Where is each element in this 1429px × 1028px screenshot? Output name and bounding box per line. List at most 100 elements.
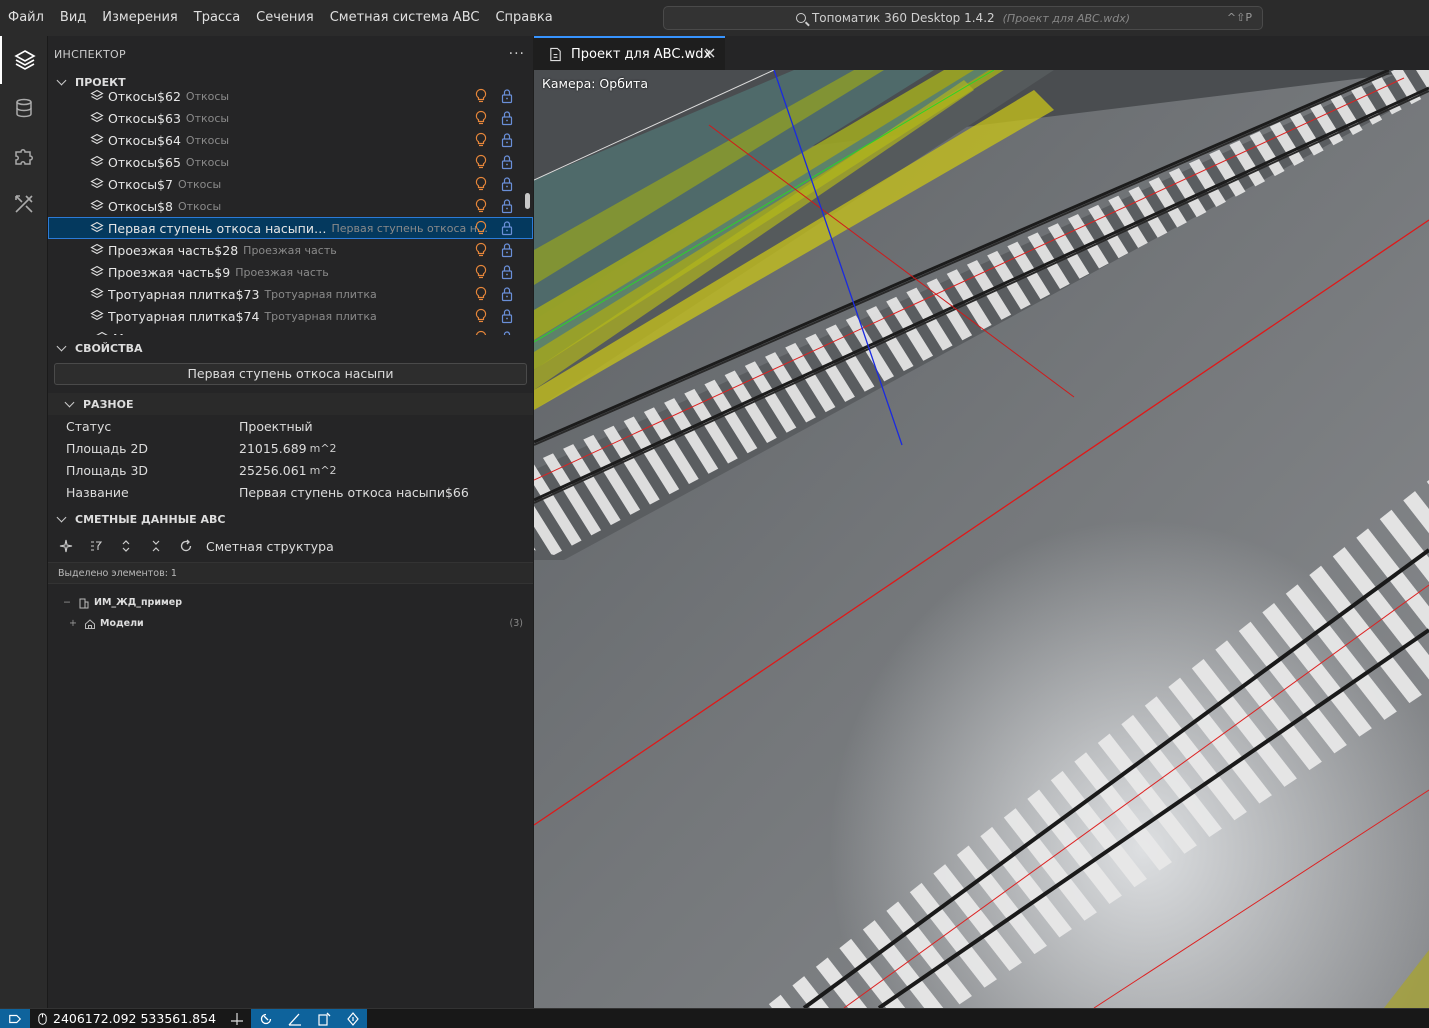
tree-item[interactable]: Тротуарная плитка$74 Тротуарная плитка xyxy=(48,305,533,327)
inspector-panel: ИНСПЕКТОР ··· ПРОЕКТ Откосы$62 Откосы Отко… xyxy=(48,36,533,1008)
filter-list-icon[interactable] xyxy=(88,538,104,554)
expand-toggle-icon[interactable]: + xyxy=(66,618,80,629)
tree-item[interactable]: Проезжая часть$9 Проезжая часть xyxy=(48,261,533,283)
snap-tool[interactable] xyxy=(309,1008,339,1028)
tab-project[interactable]: Проект для ABC.wdx xyxy=(534,36,725,70)
orbit-tool[interactable] xyxy=(251,1008,281,1028)
tree-item[interactable]: Откосы$7 Откосы xyxy=(48,173,533,195)
tree-item[interactable]: Откосы$64 Откосы xyxy=(48,129,533,151)
menu-file[interactable]: Файл xyxy=(0,0,52,36)
expand-all-icon[interactable] xyxy=(118,538,134,554)
property-row: Площадь 3D 25256.061 m^2 xyxy=(48,459,533,481)
search-icon xyxy=(795,13,806,23)
activity-inspector[interactable] xyxy=(0,36,48,84)
visibility-bulb-icon[interactable] xyxy=(473,242,489,258)
layer-icon xyxy=(90,177,104,189)
misc-group-header[interactable]: РАЗНОЕ xyxy=(48,393,533,415)
property-key: Площадь 3D xyxy=(66,462,149,478)
menu-view[interactable]: Вид xyxy=(52,0,94,36)
property-value[interactable]: 25256.061 xyxy=(239,463,307,478)
tree-item-type: Откосы xyxy=(185,155,230,169)
inspector-title: ИНСПЕКТОР xyxy=(54,47,126,61)
activity-bar xyxy=(0,36,48,1008)
project-tree: Откосы$62 Откосы Откосы$63 Откосы Откосы$64 О… xyxy=(48,85,533,335)
collapse-all-icon[interactable] xyxy=(148,538,164,554)
lock-icon[interactable] xyxy=(499,176,515,192)
visibility-bulb-icon[interactable] xyxy=(473,154,489,170)
visibility-bulb-icon[interactable] xyxy=(473,88,489,104)
3d-scene[interactable] xyxy=(534,70,1429,1008)
camera-label: Камера: Орбита xyxy=(542,76,648,91)
expand-toggle-icon[interactable]: − xyxy=(60,597,74,608)
visibility-bulb-icon[interactable] xyxy=(473,132,489,148)
tree-item[interactable]: Откосы$63 Откосы xyxy=(48,107,533,129)
lock-icon[interactable] xyxy=(499,220,515,236)
property-row: Площадь 2D 21015.689 m^2 xyxy=(48,437,533,459)
tree-item[interactable]: Первая ступень откоса насыпи… Первая ступ… xyxy=(48,217,533,239)
sparkle-icon[interactable] xyxy=(58,538,74,554)
crosshair-icon xyxy=(230,1012,243,1025)
tree-item[interactable]: Тротуарная плитка$73 Тротуарная плитка xyxy=(48,283,533,305)
pin-icon xyxy=(346,1011,359,1026)
lock-icon[interactable] xyxy=(499,110,515,126)
menu-sections[interactable]: Сечения xyxy=(248,0,322,36)
tree-item[interactable]: Откосы$62 Откосы xyxy=(48,85,533,107)
visibility-bulb-icon[interactable] xyxy=(473,308,489,324)
lock-icon[interactable] xyxy=(499,242,515,258)
menu-estimate-system[interactable]: Сметная система ABC xyxy=(322,0,488,36)
activity-tools[interactable] xyxy=(0,180,48,228)
visibility-bulb-icon[interactable] xyxy=(473,220,489,236)
lock-icon[interactable] xyxy=(499,132,515,148)
tree-item-name: Откосы$65 xyxy=(108,154,181,170)
lock-icon[interactable] xyxy=(499,88,515,104)
menu-help[interactable]: Справка xyxy=(487,0,560,36)
visibility-bulb-icon[interactable] xyxy=(473,330,489,335)
tree-item[interactable]: Откосы$8 Откосы xyxy=(48,195,533,217)
visibility-bulb-icon[interactable] xyxy=(473,264,489,280)
crosshair-tool[interactable] xyxy=(222,1009,251,1028)
close-icon[interactable] xyxy=(704,47,716,59)
lock-icon[interactable] xyxy=(499,154,515,170)
layers-icon xyxy=(14,50,36,70)
tree-item-actions xyxy=(473,242,515,258)
estimate-tree-item[interactable]: + Модели (3) xyxy=(48,613,533,634)
properties-section-header[interactable]: СВОЙСТВА xyxy=(48,337,533,359)
tree-item[interactable]: Модели xyxy=(48,327,533,335)
visibility-bulb-icon[interactable] xyxy=(473,286,489,302)
tree-item-name: Модели xyxy=(113,331,164,336)
lock-icon[interactable] xyxy=(499,264,515,280)
project-name: (Проект для ABC.wdx) xyxy=(1002,11,1131,25)
lock-icon[interactable] xyxy=(499,286,515,302)
pin-tool[interactable] xyxy=(338,1008,368,1028)
layer-icon xyxy=(90,199,104,211)
visibility-bulb-icon[interactable] xyxy=(473,110,489,126)
estimate-tree-item[interactable]: − ИМ_ЖД_пример xyxy=(48,592,533,613)
refresh-icon[interactable] xyxy=(178,538,194,554)
remote-indicator[interactable] xyxy=(0,1008,30,1028)
visibility-bulb-icon[interactable] xyxy=(473,198,489,214)
selected-object-name: Первая ступень откоса насыпи xyxy=(54,363,527,385)
menu-measurements[interactable]: Измерения xyxy=(94,0,185,36)
tree-item-type: Проезжая часть xyxy=(235,265,329,279)
activity-database[interactable] xyxy=(0,84,48,132)
lock-icon[interactable] xyxy=(499,308,515,324)
menu-route[interactable]: Трасса xyxy=(186,0,248,36)
tree-scrollbar[interactable] xyxy=(523,85,531,335)
tree-item[interactable]: Проезжая часть$28 Проезжая часть xyxy=(48,239,533,261)
property-value[interactable]: 21015.689 xyxy=(239,441,307,456)
estimate-section-header[interactable]: СМЕТНЫЕ ДАННЫЕ ABC xyxy=(48,508,533,530)
layer-icon xyxy=(90,133,104,145)
visibility-bulb-icon[interactable] xyxy=(473,176,489,192)
property-value[interactable]: Проектный xyxy=(239,419,313,434)
angle-tool[interactable] xyxy=(280,1008,310,1028)
lock-icon[interactable] xyxy=(499,330,515,335)
property-value[interactable]: Первая ступень откоса насыпи$66 xyxy=(239,485,469,500)
more-actions-icon[interactable]: ··· xyxy=(509,46,525,62)
tree-item[interactable]: Откосы$65 Откосы xyxy=(48,151,533,173)
lock-icon[interactable] xyxy=(499,198,515,214)
activity-extensions[interactable] xyxy=(0,132,48,180)
command-center[interactable]: Топоматик 360 Desktop 1.4.2 (Проект для … xyxy=(663,6,1263,30)
file-icon xyxy=(550,47,561,61)
3d-viewport[interactable]: Камера: Орбита xyxy=(534,70,1429,1008)
estimate-toolbar: Сметная структура xyxy=(48,530,533,562)
